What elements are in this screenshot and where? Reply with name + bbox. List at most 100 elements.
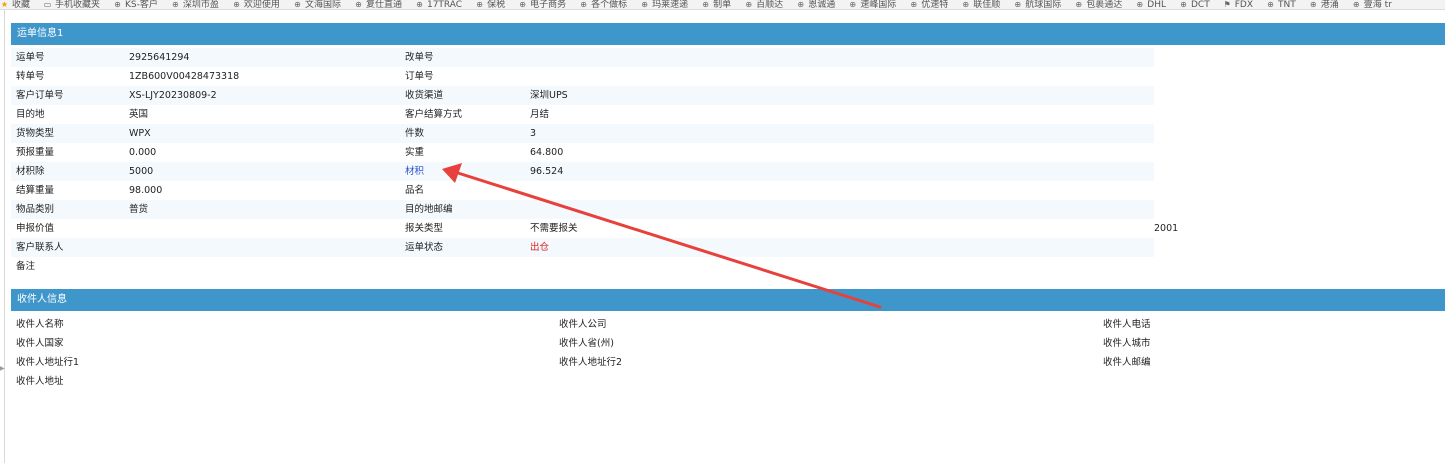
- field-label: 收件人城市: [1103, 338, 1151, 349]
- globe-icon: ⊕: [519, 0, 526, 9]
- field-label: 收件人电话: [1103, 319, 1151, 330]
- globe-icon: ⊕: [641, 0, 648, 9]
- field-label: 目的地邮编: [405, 204, 453, 215]
- field-label: 申报价值: [16, 223, 55, 234]
- table-row: 收件人地址: [11, 372, 1445, 391]
- globe-icon: ⊕: [702, 0, 709, 9]
- recipient-info-table: 收件人名称 收件人公司 收件人电话 收件人国家 收件人省(州) 收件人城市 收件…: [11, 315, 1445, 391]
- field-label: 预报重量: [16, 147, 55, 158]
- field-label: 客户结算方式: [405, 109, 463, 120]
- globe-icon: ⊕: [1136, 0, 1144, 9]
- bookmark-item[interactable]: ⊕ 17TRAC: [415, 0, 462, 9]
- field-value: 0.000: [129, 147, 157, 158]
- bookmark-item[interactable]: ▭ 手机收藏夹: [43, 0, 100, 9]
- globe-icon: ⊕: [294, 0, 301, 9]
- field-label: 运单号: [16, 52, 45, 63]
- globe-icon: ⊕: [910, 0, 918, 9]
- globe-icon: ⊕: [849, 0, 857, 9]
- bookmark-item[interactable]: ⊕ 联佳顺: [961, 0, 1000, 9]
- bookmark-item[interactable]: ⊕ 文海国际: [293, 0, 341, 9]
- globe-icon: ⊕: [114, 0, 121, 9]
- globe-icon: ⊕: [797, 0, 805, 9]
- field-value: 2925641294: [129, 52, 190, 63]
- bookmark-item[interactable]: ⊕ 各个做标: [579, 0, 627, 9]
- field-label: 备注: [16, 261, 36, 272]
- frame-edge: [4, 10, 5, 463]
- globe-icon: ⊕: [172, 0, 179, 9]
- table-row: 预报重量 0.000 实重 64.800: [11, 143, 1154, 162]
- collapse-arrow-icon[interactable]: ▶: [0, 365, 5, 372]
- globe-icon: ⊕: [233, 0, 240, 9]
- table-row: 结算重量 98.000 品名: [11, 181, 1154, 200]
- bookmark-item[interactable]: ⊕ 壹海 tr: [1352, 0, 1392, 9]
- waybill-status-value: 出仓: [530, 242, 550, 253]
- globe-icon: ⊕: [416, 0, 423, 9]
- field-value: 96.524: [530, 166, 564, 177]
- field-label: 收件人国家: [16, 338, 64, 349]
- bookmark-item[interactable]: ⊕ 速峰国际: [848, 0, 896, 9]
- globe-icon: ⊕: [1180, 0, 1187, 9]
- bookmark-item[interactable]: ⊕ 复仕直通: [354, 0, 402, 9]
- waybill-info-table: 运单号 2925641294 改单号 转单号 1ZB600V0042847331…: [11, 48, 1178, 276]
- field-label: 目的地: [16, 109, 45, 120]
- bookmark-item[interactable]: ⊕ TNT: [1266, 0, 1296, 9]
- bookmark-item[interactable]: ⊕ 航球国际: [1013, 0, 1061, 9]
- star-icon: ★: [0, 0, 9, 9]
- table-row: 客户联系人 运单状态 出仓: [11, 238, 1154, 257]
- field-value: 普货: [129, 204, 149, 215]
- bookmark-item[interactable]: ⊕ DCT: [1179, 0, 1210, 9]
- globe-icon: ⊕: [1267, 0, 1274, 9]
- field-value: 3: [530, 128, 537, 139]
- field-label: 报关类型: [405, 223, 444, 234]
- field-value: XS-LJY20230809-2: [129, 90, 217, 101]
- table-row: 货物类型 WPX 件数 3: [11, 124, 1154, 143]
- recipient-section-header: 收件人信息: [11, 289, 1445, 311]
- field-value: 98.000: [129, 185, 163, 196]
- bookmark-item[interactable]: ⊕ 优速特: [909, 0, 948, 9]
- field-value: 64.800: [530, 147, 564, 158]
- field-label: 品名: [405, 185, 425, 196]
- field-value-extra: 2001: [1154, 223, 1179, 234]
- bookmark-item[interactable]: ⊕ 百顺达: [744, 0, 783, 9]
- volume-link[interactable]: 材积: [405, 162, 424, 181]
- bookmark-item[interactable]: ⊕ 欢迎使用: [232, 0, 280, 9]
- globe-icon: ⊕: [1014, 0, 1022, 9]
- globe-icon: ⊕: [1352, 0, 1360, 9]
- bookmark-item[interactable]: ⊕ KS-客户: [113, 0, 158, 9]
- field-label: 收件人地址: [16, 376, 64, 387]
- field-label: 收件人地址行1: [16, 357, 80, 368]
- field-value: WPX: [129, 128, 151, 139]
- field-value: 月结: [530, 109, 550, 120]
- table-row: 收件人名称 收件人公司 收件人电话: [11, 315, 1445, 334]
- table-row: 客户订单号 XS-LJY20230809-2 收货渠道 深圳UPS: [11, 86, 1154, 105]
- bookmark-item[interactable]: ⊕ 电子商务: [518, 0, 566, 9]
- bookmark-item[interactable]: ⊕ 恩诚通: [796, 0, 835, 9]
- table-row: 申报价值 报关类型 不需要报关 2001: [11, 219, 1178, 238]
- field-label: 客户订单号: [16, 90, 64, 101]
- table-row: 转单号 1ZB600V00428473318 订单号: [11, 67, 1154, 86]
- globe-icon: ⊕: [355, 0, 362, 9]
- bookmark-item[interactable]: ⊕ 深圳市盈: [171, 0, 219, 9]
- bookmark-item[interactable]: ★ 收藏: [0, 0, 30, 9]
- globe-icon: ⊕: [1309, 0, 1317, 9]
- bookmark-item[interactable]: ⊕ DHL: [1135, 0, 1166, 9]
- flag-icon: ⚑: [1223, 0, 1231, 9]
- field-label: 收件人地址行2: [559, 357, 623, 368]
- bookmark-item[interactable]: ⊕ 港涌: [1309, 0, 1339, 9]
- bookmark-item[interactable]: ⚑ FDX: [1223, 0, 1253, 9]
- bookmark-item[interactable]: ⊕ 玛莱速递: [640, 0, 688, 9]
- bookmarks-bar: ★ 收藏 ▭ 手机收藏夹 ⊕ KS-客户 ⊕ 深圳市盈 ⊕ 欢迎使用 ⊕ 文海国际 ⊕ 复仕直…: [0, 0, 1445, 10]
- field-value: 不需要报关: [530, 223, 578, 234]
- field-label: 收件人名称: [16, 319, 64, 330]
- field-label: 结算重量: [16, 185, 55, 196]
- bookmark-item[interactable]: ⊕ 保税: [475, 0, 505, 9]
- bookmark-item[interactable]: ⊕ 制单: [701, 0, 731, 9]
- bookmark-item[interactable]: ⊕ 包裹通达: [1074, 0, 1122, 9]
- field-label: 客户联系人: [16, 242, 64, 253]
- field-value: 5000: [129, 166, 154, 177]
- folder-icon: ▭: [43, 0, 52, 9]
- table-row: 物品类别 普货 目的地邮编: [11, 200, 1154, 219]
- globe-icon: ⊕: [962, 0, 970, 9]
- field-label: 订单号: [405, 71, 434, 82]
- globe-icon: ⊕: [580, 0, 587, 9]
